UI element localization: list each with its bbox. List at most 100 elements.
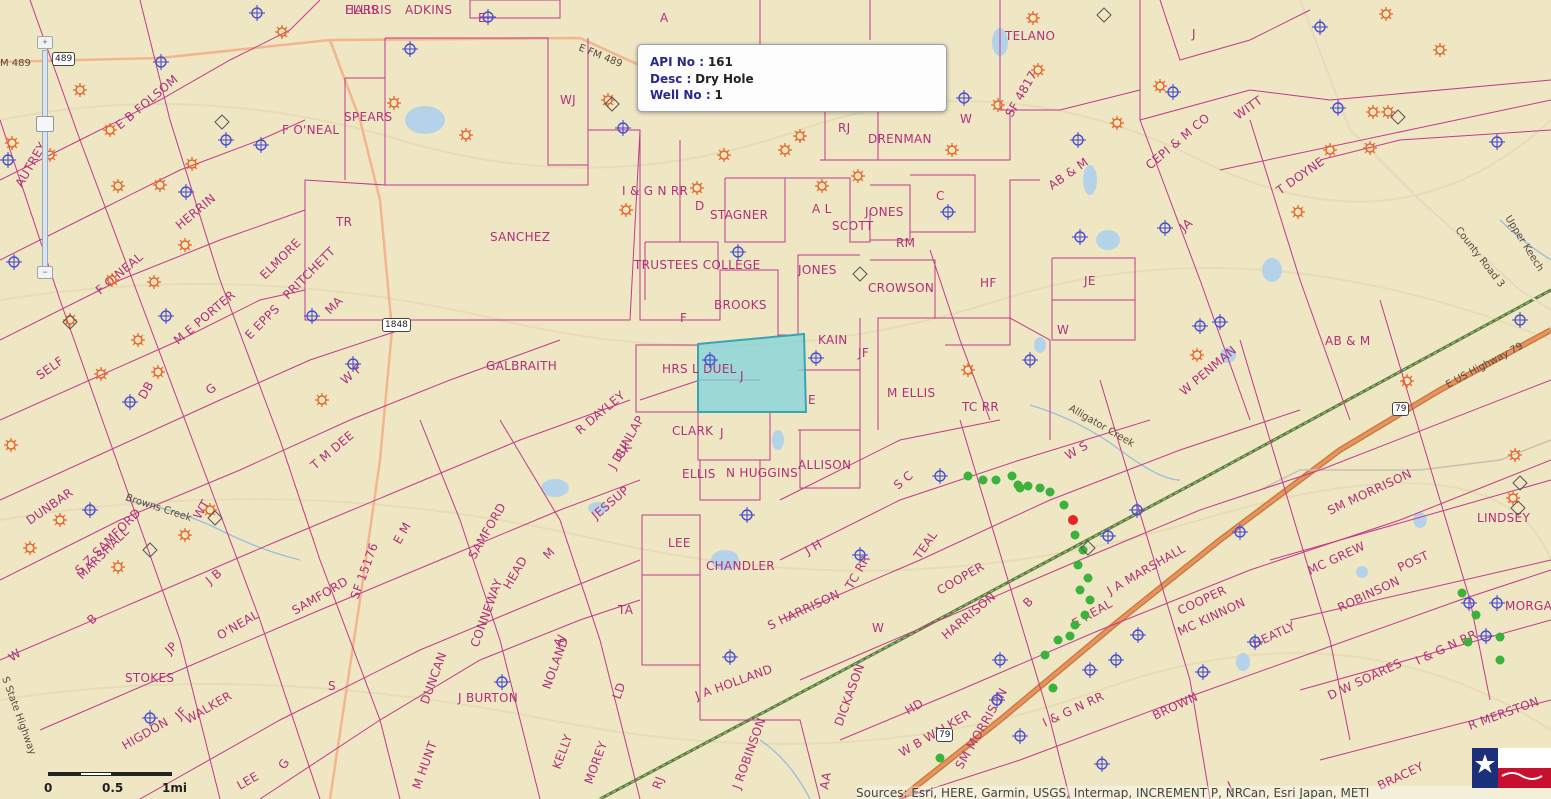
- survey-label: LEE: [668, 536, 691, 550]
- popup-desc-row: Desc : Dry Hole: [650, 71, 754, 86]
- zoom-out-button[interactable]: −: [37, 266, 53, 279]
- producing-well-icon[interactable]: [1059, 500, 1069, 510]
- survey-label: RJ: [838, 121, 850, 135]
- survey-label: RM: [896, 236, 915, 250]
- producing-well-icon[interactable]: [1083, 573, 1093, 583]
- producing-well-icon[interactable]: [991, 475, 1001, 485]
- survey-label: SCOTT: [832, 219, 874, 233]
- survey-label: M ELLIS: [887, 386, 935, 400]
- survey-label: TRUSTEES COLLEGE: [633, 258, 760, 272]
- producing-well-icon[interactable]: [978, 475, 988, 485]
- hwy-shield-489: 489: [52, 52, 76, 66]
- scale-bar-seg-2: [80, 772, 112, 776]
- survey-label: F: [680, 311, 687, 325]
- survey-label: GALBRAITH: [486, 359, 557, 373]
- survey-label: AB & M: [1325, 334, 1371, 348]
- zoom-slider[interactable]: + −: [36, 36, 54, 279]
- zoom-track[interactable]: [42, 50, 48, 274]
- survey-label: TELANO: [1004, 29, 1055, 43]
- survey-label: A: [660, 11, 669, 25]
- survey-label: ADKINS: [405, 3, 452, 17]
- survey-label: J: [739, 369, 744, 383]
- survey-label: TC RR: [961, 400, 999, 414]
- survey-label: SPEARS: [344, 110, 392, 124]
- producing-well-icon[interactable]: [1080, 610, 1090, 620]
- zoom-thumb[interactable]: [36, 116, 54, 132]
- survey-label: CROWSON: [868, 281, 934, 295]
- producing-well-icon[interactable]: [1495, 632, 1505, 642]
- hwy-shield-79-south: 79: [936, 728, 954, 742]
- survey-label: HRS L DUEL: [662, 362, 737, 376]
- producing-well-icon[interactable]: [1053, 635, 1063, 645]
- survey-label: E: [808, 393, 816, 407]
- producing-well-icon[interactable]: [1085, 595, 1095, 605]
- survey-label: I & G N RR: [622, 184, 688, 198]
- scale-label-half: 0.5: [102, 781, 124, 795]
- survey-label: ELLIS: [345, 3, 379, 17]
- producing-well-icon[interactable]: [1463, 637, 1473, 647]
- producing-well-icon[interactable]: [935, 753, 945, 763]
- producing-well-icon[interactable]: [1023, 481, 1033, 491]
- well-info-popup[interactable]: API No : 161 Desc : Dry Hole Well No : 1: [637, 44, 947, 112]
- scale-bar: 0 0.5 1mi: [44, 770, 187, 798]
- survey-label: C: [936, 189, 945, 203]
- survey-label: JF: [857, 346, 869, 360]
- survey-label: CHANDLER: [706, 559, 775, 573]
- zoom-in-button[interactable]: +: [37, 36, 53, 49]
- survey-label: J BURTON: [457, 691, 518, 705]
- survey-label: SANCHEZ: [490, 230, 550, 244]
- survey-label: ALLISON: [798, 458, 851, 472]
- producing-well-icon[interactable]: [1457, 588, 1467, 598]
- selected-well-icon[interactable]: [1068, 515, 1078, 525]
- survey-label: W: [1057, 323, 1069, 337]
- producing-well-icon[interactable]: [1075, 585, 1085, 595]
- producing-well-icon[interactable]: [1040, 650, 1050, 660]
- scale-label-one: 1mi: [162, 781, 187, 795]
- survey-label: J: [719, 426, 724, 440]
- survey-label: ELLIS: [682, 467, 716, 481]
- survey-label: D: [695, 199, 705, 213]
- map-attribution[interactable]: Sources: Esri, HERE, Garmin, USGS, Inter…: [856, 786, 1551, 799]
- survey-label: J: [1191, 27, 1196, 41]
- producing-well-icon[interactable]: [1035, 483, 1045, 493]
- hwy-shield-79-east: 79: [1392, 402, 1410, 416]
- producing-well-icon[interactable]: [1073, 560, 1083, 570]
- producing-well-icon[interactable]: [1007, 471, 1017, 481]
- survey-label: W: [960, 112, 972, 126]
- producing-well-icon[interactable]: [1070, 530, 1080, 540]
- scale-bar-seg-3: [112, 772, 172, 776]
- hwy-shield-1848: 1848: [382, 318, 411, 332]
- survey-label: S: [328, 679, 336, 693]
- popup-api-row: API No : 161: [650, 55, 733, 69]
- survey-label: MORGAN: [1505, 599, 1551, 613]
- producing-well-icon[interactable]: [963, 471, 973, 481]
- producing-well-icon[interactable]: [1070, 620, 1080, 630]
- survey-label: W: [872, 621, 884, 635]
- producing-well-icon[interactable]: [1045, 487, 1055, 497]
- scale-label-zero: 0: [44, 781, 53, 795]
- parcel-map[interactable]: HARRIS ADKINSE ATELANO JWJSPEARSF O'NEALE B…: [0, 0, 1551, 799]
- popup-well-row: Well No : 1: [650, 88, 723, 102]
- survey-label: TR: [335, 215, 352, 229]
- survey-label: DRENMAN: [868, 132, 932, 146]
- producing-well-icon[interactable]: [1065, 631, 1075, 641]
- survey-label: TA: [617, 603, 634, 617]
- producing-well-icon[interactable]: [1015, 483, 1025, 493]
- survey-label: F O'NEAL: [282, 123, 339, 137]
- survey-label: STAGNER: [710, 208, 768, 222]
- producing-well-icon[interactable]: [1048, 683, 1058, 693]
- survey-label: A L: [812, 202, 832, 216]
- survey-label: JONES: [864, 205, 904, 219]
- survey-label: BROOKS: [714, 298, 767, 312]
- survey-label: JONES: [797, 263, 837, 277]
- survey-label: LINDSEY: [1477, 511, 1530, 525]
- survey-label: WJ: [560, 93, 576, 107]
- survey-label: N HUGGINS: [726, 466, 798, 480]
- texas-rrc-logo: [1472, 748, 1551, 788]
- survey-label: KAIN: [818, 333, 848, 347]
- survey-label: STOKES: [125, 671, 174, 685]
- survey-label: JE: [1083, 274, 1096, 288]
- producing-well-icon[interactable]: [1495, 655, 1505, 665]
- survey-label: HF: [980, 276, 997, 290]
- producing-well-icon[interactable]: [1471, 610, 1481, 620]
